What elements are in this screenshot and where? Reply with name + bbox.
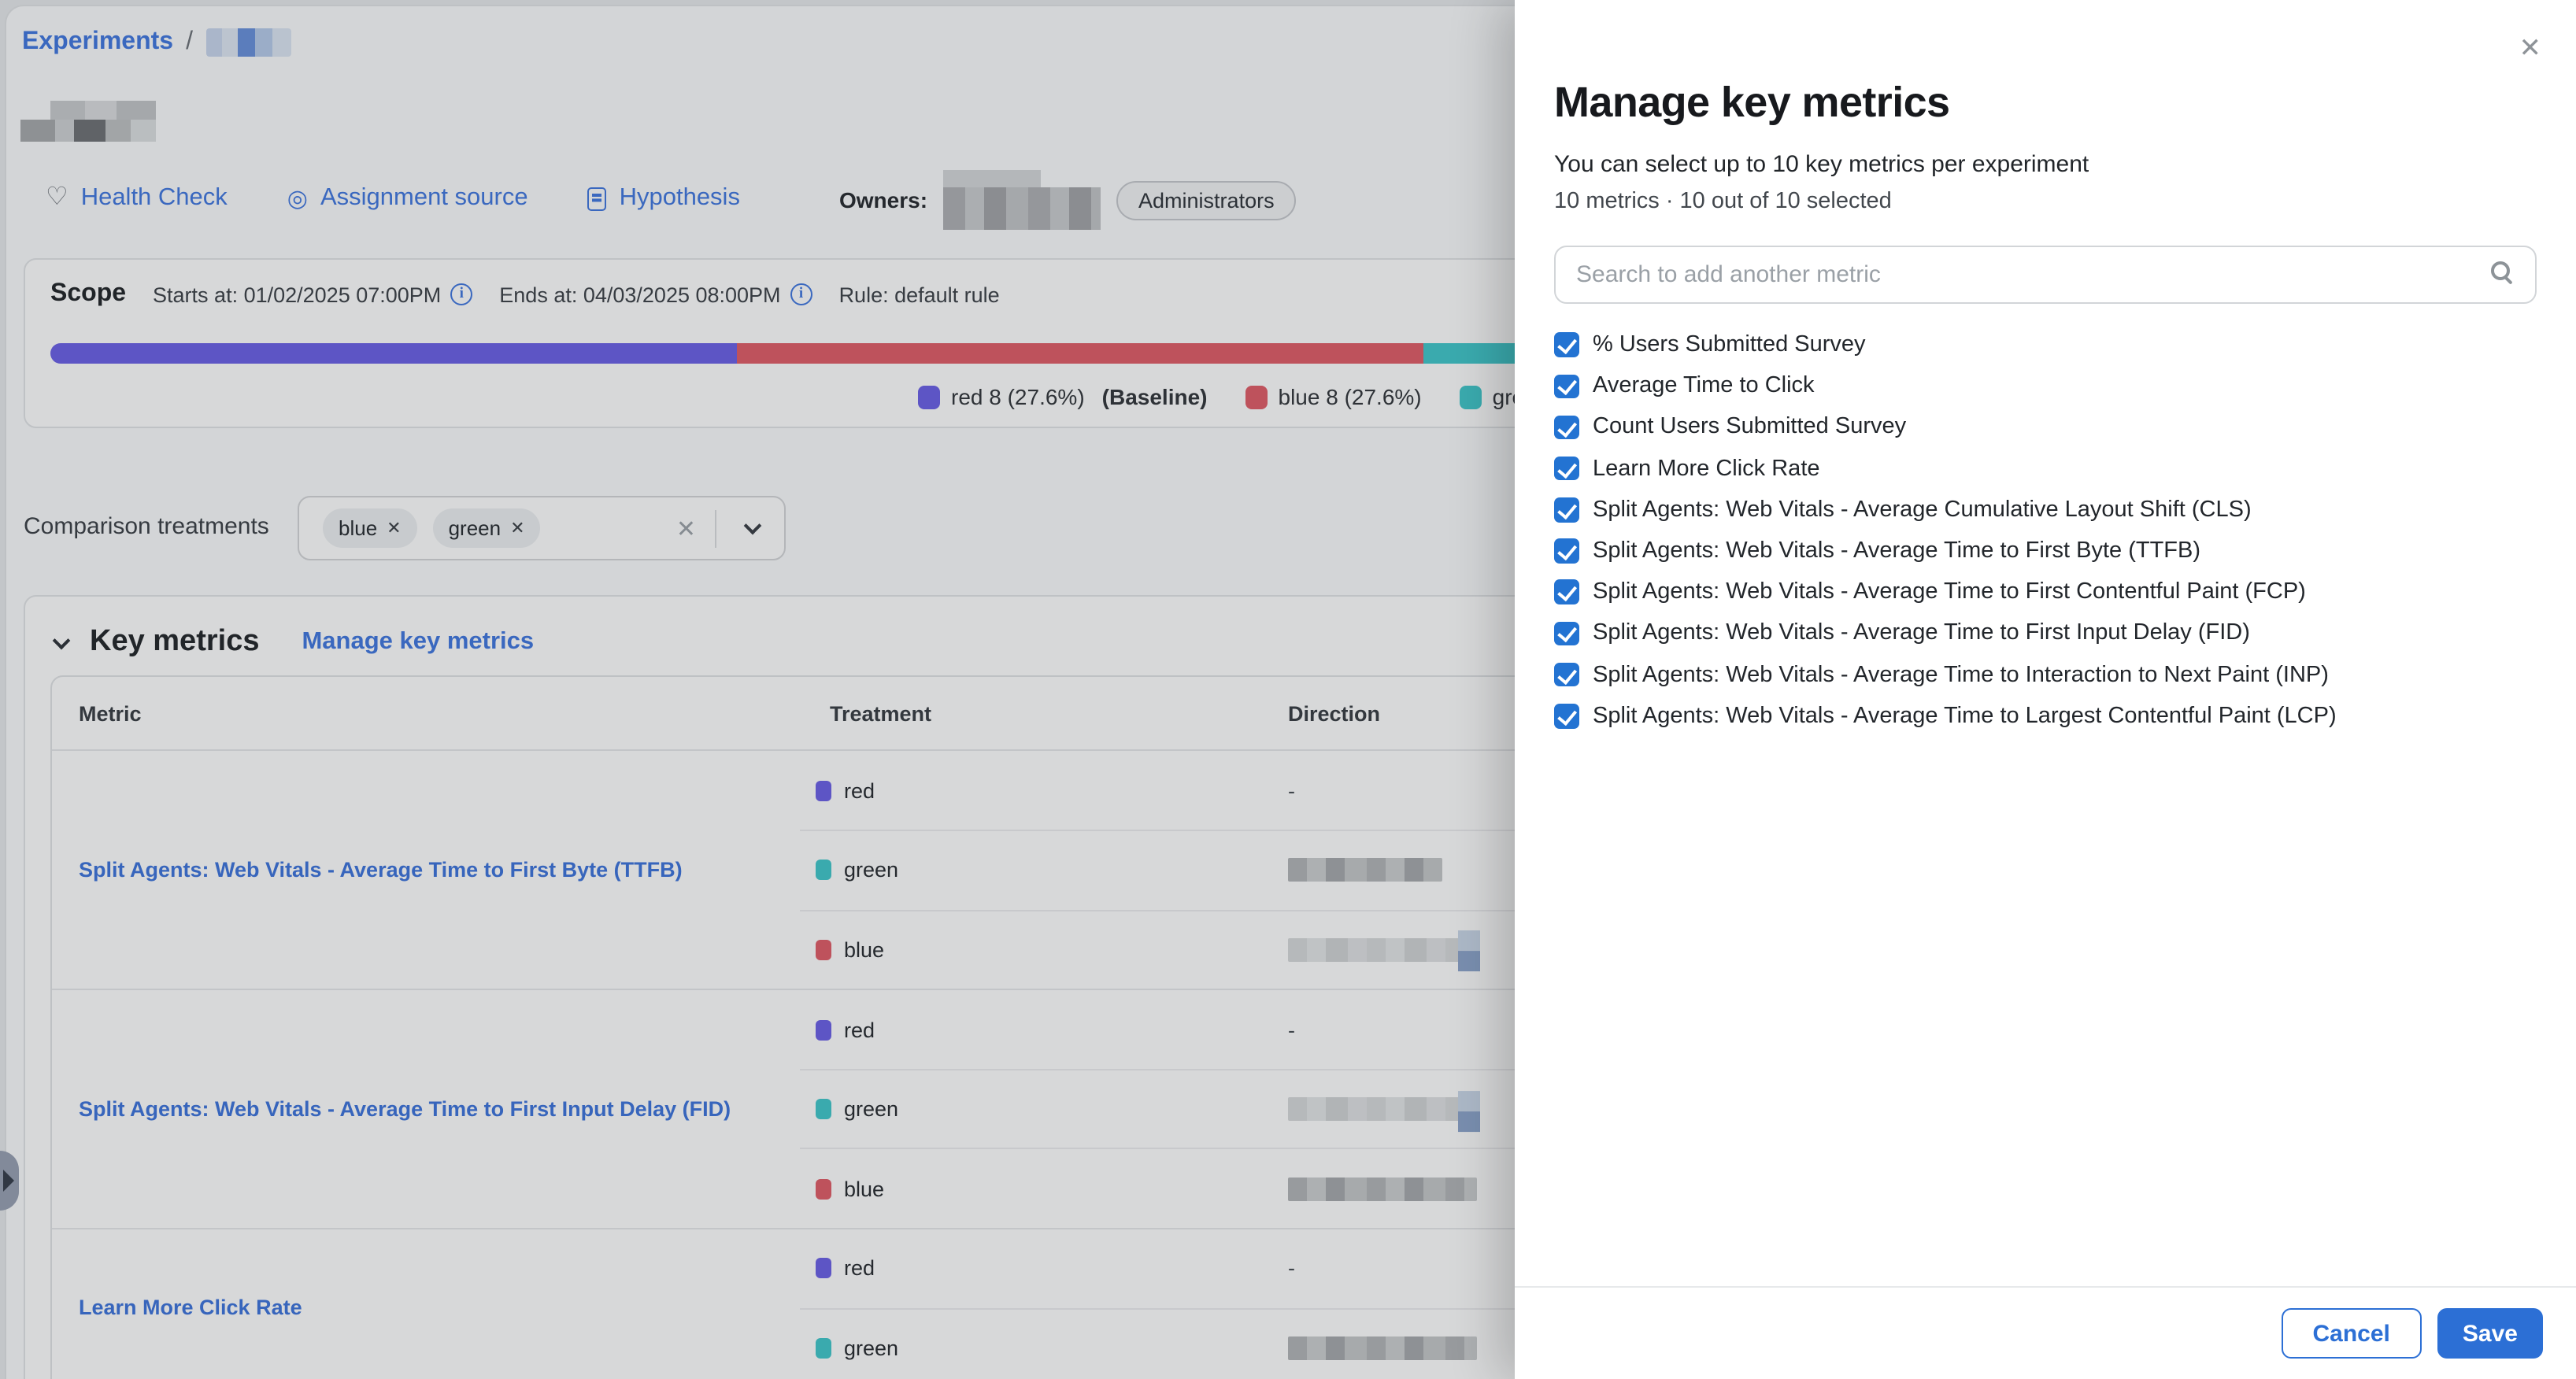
metric-option[interactable]: Split Agents: Web Vitals - Average Time …: [1554, 531, 2545, 571]
save-button[interactable]: Save: [2437, 1308, 2543, 1359]
metric-checkbox-list: % Users Submitted Survey Average Time to…: [1554, 324, 2545, 737]
search-icon: [2491, 261, 2510, 280]
modal-title: Manage key metrics: [1554, 79, 1949, 128]
cancel-button[interactable]: Cancel: [2282, 1308, 2422, 1359]
metric-option[interactable]: Count Users Submitted Survey: [1554, 407, 2545, 448]
metric-option[interactable]: Split Agents: Web Vitals - Average Time …: [1554, 654, 2545, 695]
close-icon[interactable]: ✕: [2519, 35, 2542, 61]
checkbox-checked-icon[interactable]: [1554, 539, 1579, 564]
manage-key-metrics-modal: ✕ Manage key metrics You can select up t…: [1515, 0, 2576, 1379]
checkbox-checked-icon[interactable]: [1554, 663, 1579, 687]
checkbox-checked-icon[interactable]: [1554, 621, 1579, 645]
checkbox-checked-icon[interactable]: [1554, 704, 1579, 728]
metrics-count: 10 metrics · 10 out of 10 selected: [1554, 189, 1892, 214]
app-screen: Experiments / ♡ Health Check ◎ Assignmen…: [0, 0, 2576, 1379]
checkbox-checked-icon[interactable]: [1554, 457, 1579, 481]
metric-option[interactable]: Split Agents: Web Vitals - Average Cumul…: [1554, 490, 2545, 531]
metric-search: [1554, 246, 2537, 304]
metric-option[interactable]: Split Agents: Web Vitals - Average Time …: [1554, 695, 2545, 736]
metric-search-input[interactable]: [1556, 247, 2535, 302]
checkbox-checked-icon[interactable]: [1554, 333, 1579, 357]
checkbox-checked-icon[interactable]: [1554, 497, 1579, 522]
checkbox-checked-icon[interactable]: [1554, 580, 1579, 604]
checkbox-checked-icon[interactable]: [1554, 374, 1579, 398]
metric-option[interactable]: Split Agents: Web Vitals - Average Time …: [1554, 571, 2545, 612]
metric-option[interactable]: Learn More Click Rate: [1554, 448, 2545, 489]
metric-option[interactable]: Split Agents: Web Vitals - Average Time …: [1554, 613, 2545, 654]
modal-subtitle: You can select up to 10 key metrics per …: [1554, 151, 2089, 178]
checkbox-checked-icon[interactable]: [1554, 415, 1579, 439]
modal-footer: Cancel Save: [1515, 1286, 2576, 1379]
metric-option[interactable]: % Users Submitted Survey: [1554, 324, 2545, 365]
metric-option[interactable]: Average Time to Click: [1554, 365, 2545, 406]
